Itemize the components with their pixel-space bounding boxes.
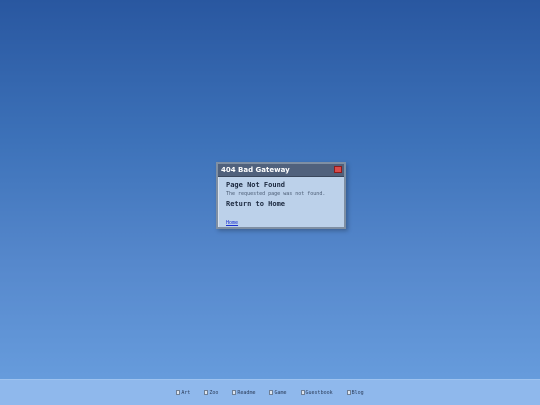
error-heading: Page Not Found [226,181,286,189]
footer-link-label: Zoo [209,390,219,396]
footer-link-readme[interactable]: Readme [232,389,255,397]
close-button[interactable] [334,166,342,173]
broken-image-icon [300,390,305,395]
footer-link-guestbook[interactable]: Guestbook [300,389,333,397]
footer-link-zoo[interactable]: Zoo [204,389,218,397]
dialog-title: 404 Bad Gateway [221,166,290,174]
broken-image-icon [346,390,351,395]
error-message: The requested page was not found. [226,191,326,197]
footer-link-art[interactable]: Art [176,389,190,397]
footer-bar: Art Zoo Readme Game Guestbook Blog [0,379,540,405]
footer-link-label: Readme [237,390,256,396]
footer-link-blog[interactable]: Blog [346,389,364,397]
return-heading: Return to Home [226,200,286,208]
broken-image-icon [232,390,237,395]
footer-link-game[interactable]: Game [269,389,287,397]
footer-link-label: Game [274,390,287,396]
footer-link-label: Guestbook [305,390,333,396]
broken-image-icon [269,390,274,395]
broken-image-icon [204,390,209,395]
footer-nav: Art Zoo Readme Game Guestbook Blog [0,389,540,397]
broken-image-icon [176,390,181,395]
footer-link-label: Art [181,390,191,396]
dialog-titlebar[interactable]: 404 Bad Gateway [218,164,344,177]
home-link[interactable]: Home [226,219,238,228]
dialog-body: Page Not Found The requested page was no… [218,177,344,228]
footer-link-label: Blog [351,390,364,396]
error-dialog: 404 Bad Gateway Page Not Found The reque… [216,162,346,229]
